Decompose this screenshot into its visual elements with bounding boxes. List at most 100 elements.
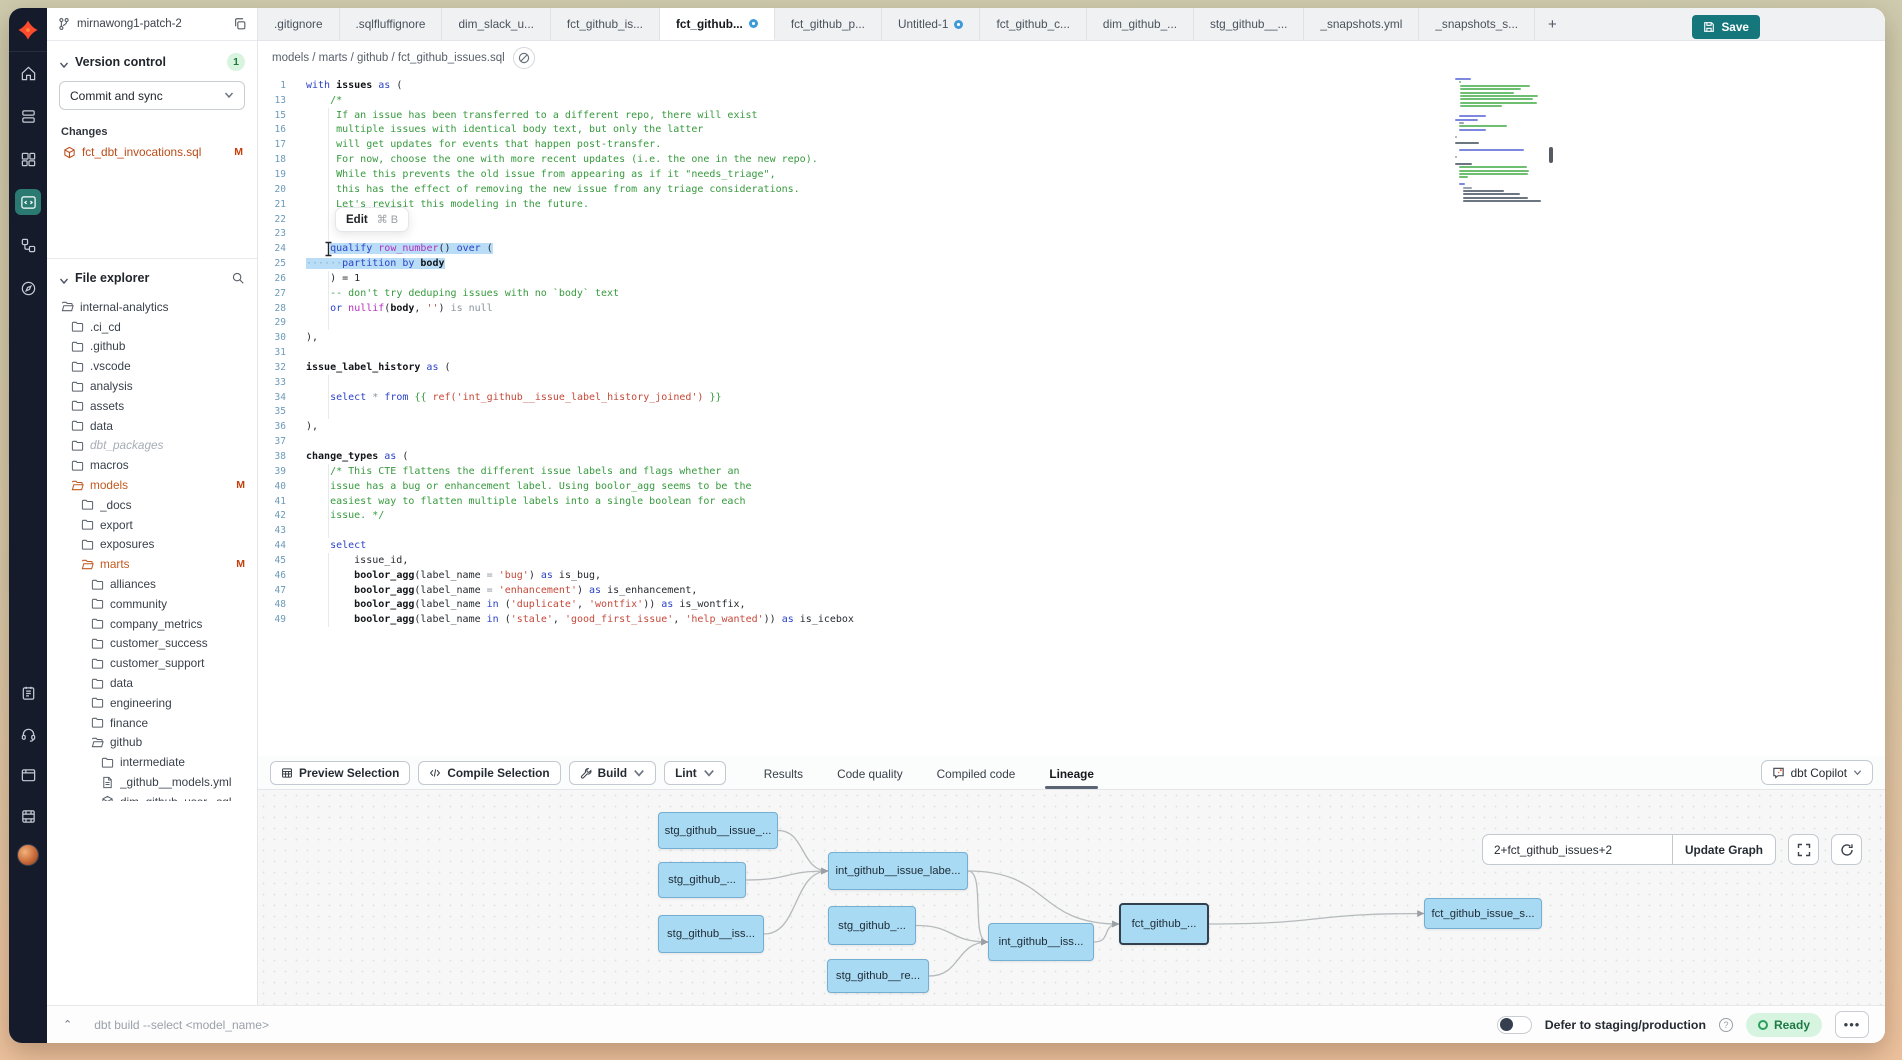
code-line-20[interactable]: 20 this has the effect of removing the n…	[258, 182, 1885, 197]
help-icon[interactable]: ?	[1719, 1018, 1733, 1032]
lineage-node-n7[interactable]: int_github__iss...	[988, 923, 1094, 961]
panel-tab-code-quality[interactable]: Code quality	[837, 758, 903, 788]
editor-tab-fct_github_c...[interactable]: fct_github_c...	[980, 8, 1086, 40]
code-line-24[interactable]: 24 qualify row_number() over (	[258, 241, 1885, 256]
build-button[interactable]: Build	[569, 761, 657, 785]
tree-item-engineering[interactable]: engineering	[47, 693, 257, 713]
fullscreen-button[interactable]	[1788, 834, 1819, 865]
code-line-48[interactable]: 48 boolor_agg(label_name in ('duplicate'…	[258, 598, 1885, 613]
dbt-logo[interactable]	[9, 8, 47, 52]
notebook-icon[interactable]	[15, 680, 41, 706]
editor-tab-.sqlfluffignore[interactable]: .sqlfluffignore	[340, 8, 443, 40]
lineage-node-n9[interactable]: fct_github_issue_s...	[1424, 898, 1542, 929]
home-icon[interactable]	[15, 60, 41, 86]
code-line-37[interactable]: 37	[258, 434, 1885, 449]
code-line-34[interactable]: 34 select * from {{ ref('int_github__iss…	[258, 390, 1885, 405]
file-actions-icon[interactable]	[513, 47, 535, 69]
tree-item-data[interactable]: data	[47, 416, 257, 436]
scrollbar-thumb[interactable]	[1549, 147, 1553, 163]
code-line-13[interactable]: 13 /*	[258, 93, 1885, 108]
refresh-graph-button[interactable]	[1831, 834, 1862, 865]
collapse-panel-chevron[interactable]: ⌃	[63, 1018, 72, 1031]
tree-item-community[interactable]: community	[47, 594, 257, 614]
editor-tab-fct_github...[interactable]: fct_github...	[660, 8, 775, 40]
code-line-43[interactable]: 43	[258, 523, 1885, 538]
tree-item-macros[interactable]: macros	[47, 455, 257, 475]
tree-item-.github[interactable]: .github	[47, 337, 257, 357]
command-input[interactable]: dbt build --select <model_name>	[94, 1018, 1497, 1032]
tree-item-_github__models.yml[interactable]: _github__models.yml	[47, 772, 257, 792]
lineage-node-n3[interactable]: stg_github__iss...	[658, 915, 764, 953]
dashboards-icon[interactable]	[15, 146, 41, 172]
editor-tab-.gitignore[interactable]: .gitignore	[258, 8, 340, 40]
code-line-26[interactable]: 26 ) = 1	[258, 271, 1885, 286]
code-line-15[interactable]: 15 If an issue has been transferred to a…	[258, 108, 1885, 123]
tree-item-customer_success[interactable]: customer_success	[47, 634, 257, 654]
code-line-19[interactable]: 19 While this prevents the old issue fro…	[258, 167, 1885, 182]
panel-tab-compiled-code[interactable]: Compiled code	[937, 758, 1016, 788]
code-line-1[interactable]: 1with issues as (	[258, 78, 1885, 93]
code-line-46[interactable]: 46 boolor_agg(label_name = 'bug') as is_…	[258, 568, 1885, 583]
tree-item-export[interactable]: export	[47, 515, 257, 535]
tree-item-customer_support[interactable]: customer_support	[47, 653, 257, 673]
branches-icon[interactable]	[15, 232, 41, 258]
code-line-44[interactable]: 44 select	[258, 538, 1885, 553]
tree-item-analysis[interactable]: analysis	[47, 376, 257, 396]
learn-icon[interactable]	[15, 803, 41, 829]
editor-tab-Untitled-1[interactable]: Untitled-1	[882, 8, 981, 40]
version-control-header[interactable]: Version control 1	[47, 41, 257, 79]
tree-item-.vscode[interactable]: .vscode	[47, 356, 257, 376]
lineage-node-n4[interactable]: int_github__issue_labe...	[828, 852, 968, 890]
deploy-environments-icon[interactable]	[15, 103, 41, 129]
lineage-node-n6[interactable]: stg_github__re...	[827, 959, 929, 993]
defer-toggle[interactable]	[1497, 1016, 1532, 1034]
editor-tab-dim_github_...[interactable]: dim_github_...	[1087, 8, 1194, 40]
panel-tab-results[interactable]: Results	[764, 758, 803, 788]
code-line-29[interactable]: 29	[258, 316, 1885, 331]
code-line-22[interactable]: 22	[258, 212, 1885, 227]
editor-tab-fct_github_p...[interactable]: fct_github_p...	[775, 8, 882, 40]
code-line-38[interactable]: 38change_types as (	[258, 449, 1885, 464]
code-line-23[interactable]: 23	[258, 226, 1885, 241]
update-graph-button[interactable]: Update Graph	[1672, 834, 1776, 865]
code-line-36[interactable]: 36),	[258, 419, 1885, 434]
editor-tab-fct_github_is...[interactable]: fct_github_is...	[551, 8, 660, 40]
edit-tooltip[interactable]: Edit ⌘ B	[335, 207, 409, 232]
code-line-45[interactable]: 45 issue_id,	[258, 553, 1885, 568]
lineage-node-n5[interactable]: stg_github_...	[828, 906, 916, 945]
code-line-16[interactable]: 16 multiple issues with identical body t…	[258, 123, 1885, 138]
lint-button[interactable]: Lint	[664, 761, 726, 785]
docs-window-icon[interactable]	[15, 762, 41, 788]
code-line-33[interactable]: 33	[258, 375, 1885, 390]
editor-tab-stg_github__...[interactable]: stg_github__...	[1194, 8, 1304, 40]
changed-file-row[interactable]: fct_dbt_invocations.sqlM	[47, 142, 257, 162]
tree-item-dbt_packages[interactable]: dbt_packages	[47, 436, 257, 456]
code-line-17[interactable]: 17 will get updates for events that happ…	[258, 137, 1885, 152]
editor-tab-dim_slack_u...[interactable]: dim_slack_u...	[442, 8, 550, 40]
code-line-30[interactable]: 30),	[258, 330, 1885, 345]
help-headset-icon[interactable]	[15, 721, 41, 747]
more-options-button[interactable]: •••	[1835, 1011, 1869, 1038]
code-line-40[interactable]: 40 issue has a bug or enhancement label.…	[258, 479, 1885, 494]
new-tab-button[interactable]: +	[1535, 8, 1570, 40]
code-line-35[interactable]: 35	[258, 405, 1885, 420]
code-line-25[interactable]: 25······partition by body	[258, 256, 1885, 271]
lineage-node-n1[interactable]: stg_github__issue_...	[658, 812, 778, 849]
panel-tab-lineage[interactable]: Lineage	[1049, 758, 1094, 788]
code-line-31[interactable]: 31	[258, 345, 1885, 360]
user-avatar[interactable]	[17, 844, 39, 866]
tree-item-exposures[interactable]: exposures	[47, 535, 257, 555]
lineage-node-n2[interactable]: stg_github_...	[658, 862, 746, 898]
code-line-28[interactable]: 28 or nullif(body, '') is null	[258, 301, 1885, 316]
code-line-47[interactable]: 47 boolor_agg(label_name = 'enhancement'…	[258, 583, 1885, 598]
code-line-18[interactable]: 18 For now, choose the one with more rec…	[258, 152, 1885, 167]
lineage-selector-input[interactable]: 2+fct_github_issues+2	[1482, 834, 1672, 865]
tree-item-models[interactable]: modelsM	[47, 475, 257, 495]
explore-icon[interactable]	[15, 275, 41, 301]
editor-tab-_snapshots_s...[interactable]: _snapshots_s...	[1419, 8, 1535, 40]
preview-selection-button[interactable]: Preview Selection	[270, 761, 410, 785]
code-line-42[interactable]: 42 issue. */	[258, 508, 1885, 523]
tree-item-finance[interactable]: finance	[47, 713, 257, 733]
commit-and-sync-dropdown[interactable]: Commit and sync	[59, 81, 245, 110]
tree-item-company_metrics[interactable]: company_metrics	[47, 614, 257, 634]
